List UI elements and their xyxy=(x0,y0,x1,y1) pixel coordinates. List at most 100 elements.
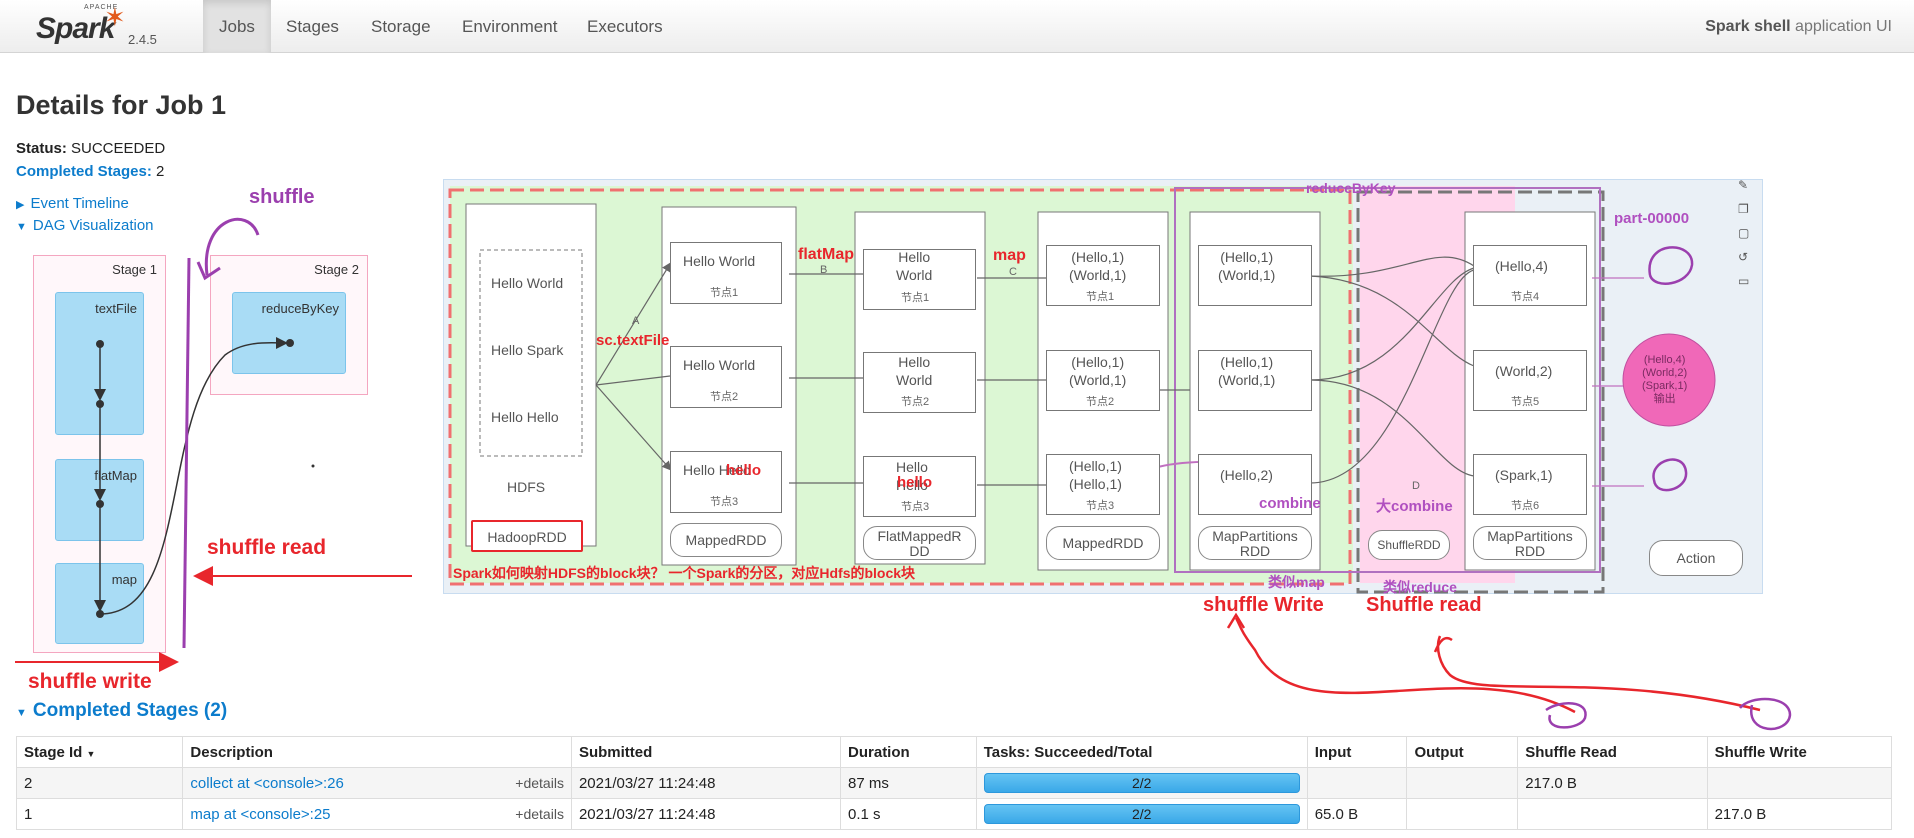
stage-description-link[interactable]: collect at <console>:26 xyxy=(190,775,343,792)
mp-item-3: (Hello,2) xyxy=(1220,467,1273,483)
map-node-1: 节点1 xyxy=(1086,291,1115,303)
sort-desc-icon[interactable]: ▼ xyxy=(87,749,96,759)
mappedrdd-caption: MappedRDD xyxy=(670,523,782,557)
note-combine: combine xyxy=(1259,495,1321,512)
toolbar-copy-icon[interactable]: ❐ xyxy=(1738,202,1749,216)
cell-tasks: 2/2 xyxy=(975,798,1308,830)
shuffle-read-curve xyxy=(1436,635,1761,712)
header-input[interactable]: Input xyxy=(1306,736,1408,768)
reduce-item-1: (Hello,4) xyxy=(1495,258,1548,274)
header-stage-id[interactable]: Stage Id ▼ xyxy=(15,736,184,768)
flat-item-1: Hello World xyxy=(896,249,933,283)
hdfs-label: HDFS xyxy=(507,479,546,495)
map-node-3: 节点3 xyxy=(1086,500,1115,512)
note-reducebykey: reduceByKey xyxy=(1306,180,1396,196)
map-item-1: (Hello,1) (World,1) xyxy=(1069,249,1127,283)
completed-stages-table: Stage Id ▼ Description Submitted Duratio… xyxy=(15,736,1893,830)
table-row: 1 map at <console>:25 +details 2021/03/27… xyxy=(15,798,1893,830)
cell-shuffle-read xyxy=(1517,798,1708,830)
cell-stage-id: 2 xyxy=(15,767,184,799)
cell-output xyxy=(1406,767,1519,799)
cell-duration: 0.1 s xyxy=(840,798,977,830)
cell-submitted: 2021/03/27 11:24:48 xyxy=(570,767,842,799)
note-hello-1: hello xyxy=(726,462,762,479)
toolbar-page-icon[interactable]: ▢ xyxy=(1738,226,1749,240)
mapped-node-3: 节点3 xyxy=(710,496,739,508)
cell-input: 65.0 B xyxy=(1306,798,1408,830)
hadooprdd-caption: HadoopRDD xyxy=(471,520,583,552)
shufflerdd-caption: ShuffleRDD xyxy=(1368,530,1450,560)
header-submitted[interactable]: Submitted xyxy=(570,736,842,768)
letter-d: D xyxy=(1412,480,1420,492)
mp-item-1: (Hello,1) (World,1) xyxy=(1218,249,1276,283)
note-flatmap: flatMap xyxy=(798,246,854,263)
details-toggle[interactable]: +details xyxy=(515,775,564,791)
reduce-node-2: 节点5 xyxy=(1511,396,1540,408)
note-map: map xyxy=(993,247,1026,264)
spark-wordcount-diagram: Hello World Hello Spark Hello Hello HDFS… xyxy=(443,178,1763,595)
cell-output xyxy=(1406,798,1519,830)
mappedrdd-2-caption: MappedRDD xyxy=(1046,526,1160,560)
flat-node-2: 节点2 xyxy=(901,396,930,408)
output-text: (Hello,4) (World,2) (Spark,1) 输出 xyxy=(1642,354,1688,405)
tasks-progress-bar: 2/2 xyxy=(983,804,1300,824)
tasks-progress-bar: 2/2 xyxy=(983,773,1300,793)
cell-stage-id: 1 xyxy=(15,798,184,830)
note-big-combine: 大combine xyxy=(1376,498,1453,515)
note-shuffle-read-2: Shuffle read xyxy=(1366,594,1482,616)
hdfs-line-1: Hello World xyxy=(491,275,564,291)
header-shuffle-write[interactable]: Shuffle Write xyxy=(1706,736,1893,768)
cell-tasks: 2/2 xyxy=(975,767,1308,799)
header-shuffle-read[interactable]: Shuffle Read xyxy=(1517,736,1708,768)
mapped-item-1: Hello World xyxy=(683,253,756,269)
toolbar-comment-icon[interactable]: ▭ xyxy=(1738,274,1749,288)
stage-description-link[interactable]: map at <console>:25 xyxy=(190,806,330,823)
table-header-row: Stage Id ▼ Description Submitted Duratio… xyxy=(15,736,1893,768)
note-shuffle-read: shuffle read xyxy=(207,536,327,559)
details-toggle[interactable]: +details xyxy=(515,806,564,822)
note-similar-map: 类似map xyxy=(1268,574,1325,590)
header-description[interactable]: Description xyxy=(182,736,572,768)
caret-down-icon: ▼ xyxy=(16,707,27,719)
note-hello-2: hello xyxy=(897,474,933,491)
flat-node-3: 节点3 xyxy=(901,501,930,513)
action-caption: Action xyxy=(1649,540,1743,576)
stage-boundary-line xyxy=(182,257,191,649)
hdfs-line-3: Hello Hello xyxy=(491,409,559,425)
flatmappedrdd-caption: FlatMappedR DD xyxy=(863,526,976,560)
cell-duration: 87 ms xyxy=(840,767,977,799)
cell-input xyxy=(1306,767,1408,799)
completed-stages-toggle[interactable]: ▼ Completed Stages (2) xyxy=(16,700,227,722)
map-item-2: (Hello,1) (World,1) xyxy=(1069,354,1127,388)
map-item-3: (Hello,1) (Hello,1) xyxy=(1069,458,1122,492)
cell-shuffle-write: 217.0 B xyxy=(1706,798,1893,830)
header-duration[interactable]: Duration xyxy=(840,736,977,768)
header-stage-id-label: Stage Id xyxy=(24,743,83,761)
cell-description: collect at <console>:26 +details xyxy=(182,767,572,799)
note-shuffle: shuffle xyxy=(249,186,315,208)
cell-submitted: 2021/03/27 11:24:48 xyxy=(570,798,842,830)
toolbar-edit-icon[interactable]: ✎ xyxy=(1738,178,1748,192)
mappartitionsrdd-caption: MapPartitions RDD xyxy=(1198,526,1312,560)
letter-b: B xyxy=(820,264,828,276)
header-tasks[interactable]: Tasks: Succeeded/Total xyxy=(975,736,1308,768)
reduce-node-3: 节点6 xyxy=(1511,500,1540,512)
toolbar-history-icon[interactable]: ↺ xyxy=(1738,250,1748,264)
cell-shuffle-write xyxy=(1706,767,1893,799)
letter-c: C xyxy=(1009,266,1017,278)
note-sctextfile: sc.textFile xyxy=(596,332,670,349)
reduce-node-1: 节点4 xyxy=(1511,291,1540,303)
cell-shuffle-read: 217.0 B xyxy=(1517,767,1708,799)
completed-stages-title: Completed Stages (2) xyxy=(32,700,228,721)
mapped-node-2: 节点2 xyxy=(710,391,739,403)
hdfs-line-2: Hello Spark xyxy=(491,342,564,358)
note-part-00000: part-00000 xyxy=(1614,210,1690,227)
mp-item-2: (Hello,1) (World,1) xyxy=(1218,354,1276,388)
flat-node-1: 节点1 xyxy=(901,292,930,304)
note-shuffle-write: shuffle write xyxy=(28,670,152,693)
header-output[interactable]: Output xyxy=(1406,736,1519,768)
mappartitionsrdd-2-caption: MapPartitions RDD xyxy=(1473,526,1587,560)
map-node-2: 节点2 xyxy=(1086,396,1115,408)
cell-description: map at <console>:25 +details xyxy=(182,798,572,830)
table-row: 2 collect at <console>:26 +details 2021/0… xyxy=(15,767,1893,799)
